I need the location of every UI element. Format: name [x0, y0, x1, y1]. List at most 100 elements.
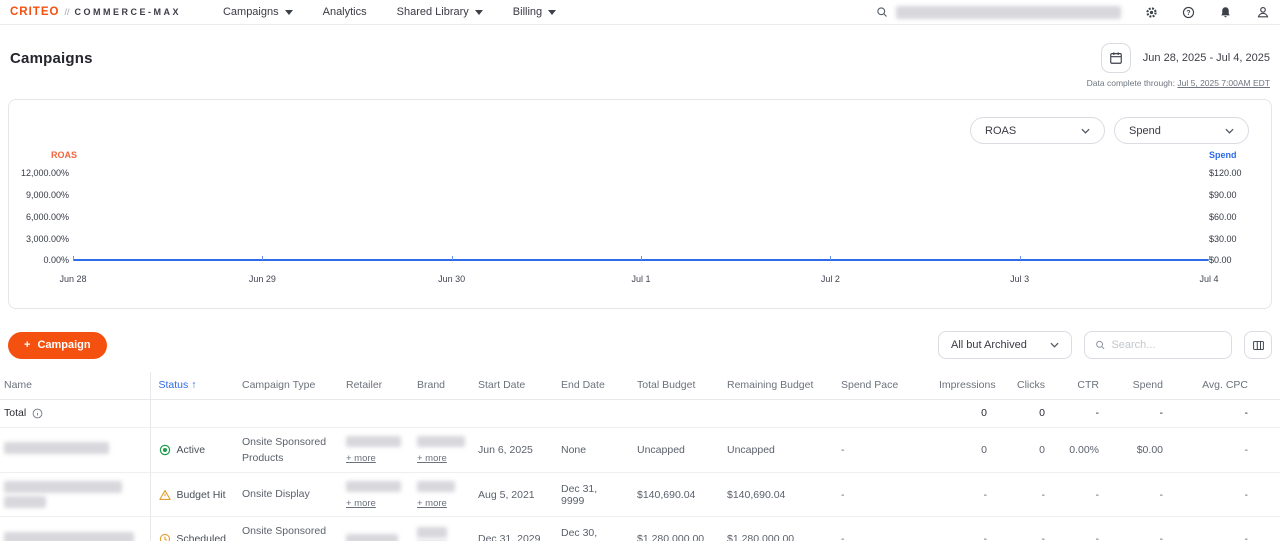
- left-metric-select[interactable]: ROAS: [970, 117, 1105, 144]
- status-filter-value: All but Archived: [951, 339, 1027, 351]
- nav-search[interactable]: [876, 6, 1121, 19]
- redacted-campaign-name: [4, 481, 122, 493]
- campaign-name-cell[interactable]: [0, 473, 150, 517]
- campaign-name-cell[interactable]: [0, 517, 150, 541]
- info-icon[interactable]: [32, 408, 43, 419]
- column-header-end-date[interactable]: End Date: [553, 372, 629, 399]
- active-status-icon: [159, 444, 171, 456]
- campaigns-table: Name Status ↑ Campaign Type Retailer Bra…: [0, 372, 1280, 541]
- data-complete-link[interactable]: Jul 5, 2025 7:00AM EDT: [1177, 78, 1270, 88]
- data-complete-label: Data complete through:: [1087, 78, 1175, 88]
- date-range-control: Jun 28, 2025 - Jul 4, 2025: [1101, 43, 1270, 73]
- column-header-brand[interactable]: Brand: [409, 372, 470, 399]
- redacted-brand: [417, 481, 455, 492]
- impressions-cell: 0: [931, 427, 995, 473]
- notifications-icon[interactable]: [1219, 6, 1232, 19]
- column-header-spend-pace[interactable]: Spend Pace: [833, 372, 931, 399]
- left-metric-value: ROAS: [985, 125, 1016, 137]
- nav-item-analytics[interactable]: Analytics: [323, 6, 367, 18]
- date-range-text[interactable]: Jun 28, 2025 - Jul 4, 2025: [1143, 52, 1270, 64]
- brand-name: CRITEO: [10, 6, 59, 18]
- right-metric-select[interactable]: Spend: [1114, 117, 1249, 144]
- redacted-brand: [417, 527, 447, 538]
- ctr-cell: -: [1053, 517, 1107, 541]
- brand-divider: //: [64, 7, 69, 17]
- nav-item-billing[interactable]: Billing: [513, 6, 556, 18]
- column-header-impressions[interactable]: Impressions: [931, 372, 995, 399]
- left-axis-tick: 6,000.00%: [9, 212, 69, 222]
- chevron-down-icon: [1050, 342, 1059, 348]
- campaign-type-cell: Onsite Sponsored Products: [234, 427, 338, 473]
- x-axis-label: Jun 29: [249, 274, 276, 284]
- columns-icon: [1252, 339, 1265, 352]
- page-header: Campaigns Jun 28, 2025 - Jul 4, 2025: [0, 38, 1280, 78]
- series-tick: [641, 256, 642, 260]
- column-header-spend[interactable]: Spend: [1107, 372, 1171, 399]
- clicks-cell: -: [995, 473, 1053, 517]
- column-header-clicks[interactable]: Clicks: [995, 372, 1053, 399]
- data-complete-line: Data complete through: Jul 5, 2025 7:00A…: [0, 78, 1280, 91]
- column-header-remaining-budget[interactable]: Remaining Budget: [719, 372, 833, 399]
- column-settings-button[interactable]: [1244, 331, 1272, 359]
- column-header-total-budget[interactable]: Total Budget: [629, 372, 719, 399]
- help-icon[interactable]: ?: [1182, 6, 1195, 19]
- right-metric-value: Spend: [1129, 125, 1161, 137]
- spend-cell: -: [1107, 517, 1171, 541]
- brand-cell: [409, 517, 470, 541]
- table-row: Budget Hit Onsite Display + more + more …: [0, 473, 1280, 517]
- ctr-cell: 0.00%: [1053, 427, 1107, 473]
- redacted-retailer: [346, 481, 401, 492]
- campaign-name-cell[interactable]: [0, 427, 150, 473]
- column-header-name[interactable]: Name: [0, 372, 150, 399]
- search-icon: [876, 6, 888, 18]
- nav-item-shared-library[interactable]: Shared Library: [397, 6, 483, 18]
- x-axis-label: Jun 30: [438, 274, 465, 284]
- start-date-cell: Dec 31, 2029: [470, 517, 553, 541]
- total-budget-cell: $140,690.04: [629, 473, 719, 517]
- spend-pace-cell: -: [833, 517, 931, 541]
- avg-cpc-cell: -: [1171, 517, 1280, 541]
- column-header-status[interactable]: Status ↑: [150, 372, 234, 399]
- spend-cell: $0.00: [1107, 427, 1171, 473]
- status-label: Scheduled: [176, 533, 226, 541]
- right-axis-tick: $0.00: [1209, 255, 1232, 265]
- column-header-avg-cpc[interactable]: Avg. CPC: [1171, 372, 1280, 399]
- new-campaign-label: Campaign: [37, 339, 90, 351]
- chevron-down-icon: [475, 10, 483, 15]
- series-tick: [1209, 256, 1210, 260]
- spend-pace-cell: -: [833, 427, 931, 473]
- nav-item-label: Analytics: [323, 6, 367, 18]
- column-header-ctr[interactable]: CTR: [1053, 372, 1107, 399]
- retailer-more-link[interactable]: + more: [346, 498, 376, 509]
- total-ctr: -: [1053, 399, 1107, 427]
- column-header-retailer[interactable]: Retailer: [338, 372, 409, 399]
- column-header-campaign-type[interactable]: Campaign Type: [234, 372, 338, 399]
- retailer-cell: + more: [338, 427, 409, 473]
- nav-item-label: Billing: [513, 6, 542, 18]
- new-campaign-button[interactable]: + Campaign: [8, 332, 107, 359]
- status-filter-select[interactable]: All but Archived: [938, 331, 1072, 359]
- nav-item-campaigns[interactable]: Campaigns: [223, 6, 293, 18]
- brand-more-link[interactable]: + more: [417, 498, 447, 509]
- x-axis-label: Jul 3: [1010, 274, 1029, 284]
- campaign-type-cell: Onsite Sponsored Products: [234, 517, 338, 541]
- retailer-more-link[interactable]: + more: [346, 453, 376, 464]
- end-date-cell: Dec 30, 2030: [553, 517, 629, 541]
- spend-series-line: [73, 259, 1209, 261]
- series-tick: [452, 256, 453, 260]
- brand-more-link[interactable]: + more: [417, 453, 447, 464]
- status-cell: Active: [150, 427, 234, 473]
- x-axis-label: Jun 28: [59, 274, 86, 284]
- status-label: Budget Hit: [177, 489, 226, 501]
- start-date-cell: Jun 6, 2025: [470, 427, 553, 473]
- redacted-campaign-name: [4, 496, 46, 508]
- impressions-cell: -: [931, 517, 995, 541]
- calendar-button[interactable]: [1101, 43, 1131, 73]
- column-header-start-date[interactable]: Start Date: [470, 372, 553, 399]
- criteo-logo[interactable]: CRITEO // COMMERCE-MAX: [10, 6, 181, 18]
- search-input[interactable]: [1111, 339, 1221, 351]
- status-label: Active: [177, 444, 206, 456]
- account-icon[interactable]: [1256, 5, 1270, 19]
- settings-icon[interactable]: [1145, 6, 1158, 19]
- right-axis-tick: $30.00: [1209, 234, 1237, 244]
